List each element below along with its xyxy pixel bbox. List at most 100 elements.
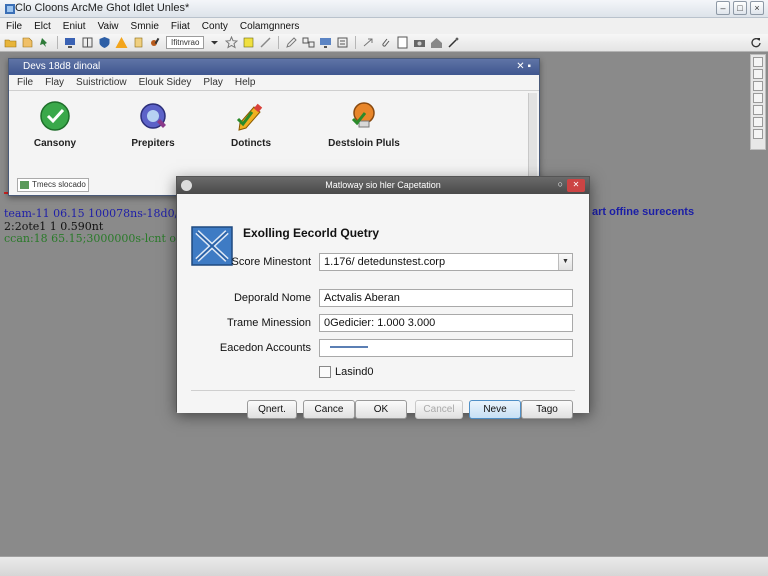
cance-button[interactable]: Cance — [303, 400, 355, 419]
line-tool-icon[interactable] — [259, 36, 272, 49]
pencil-check-icon — [236, 103, 263, 131]
menu-item-6[interactable]: Fiiat — [171, 21, 190, 32]
deporald-name-field[interactable]: Actvalis Aberan — [319, 289, 573, 307]
dialog-divider — [191, 390, 575, 391]
tool-label: Prepiters — [131, 138, 175, 149]
minimize-button[interactable]: – — [716, 1, 730, 15]
field-label-trame: Trame Minession — [227, 317, 311, 329]
shield-icon[interactable] — [98, 36, 111, 49]
dialog-body: Exolling Eecorld Quetry Score Minestont … — [177, 194, 589, 419]
background-window-scrollbar[interactable] — [528, 93, 537, 177]
magic-wand-icon[interactable] — [447, 36, 460, 49]
tool-label: Cansony — [33, 138, 77, 149]
trame-mission-field[interactable]: 0Gedicier: 1.000 3.000 — [319, 314, 573, 332]
chevron-down-icon[interactable] — [208, 36, 221, 49]
background-window-titlebar: Devs 18d8 dinoal ✕ ▪ — [9, 59, 539, 75]
warning-icon[interactable] — [115, 36, 128, 49]
highlight-icon[interactable] — [242, 36, 255, 49]
menu-item-5[interactable]: Smnie — [131, 21, 159, 32]
bg-menu-item[interactable]: Help — [235, 77, 256, 88]
tool-dotincts[interactable]: Dotincts — [211, 99, 291, 149]
neve-button[interactable]: Neve — [469, 400, 521, 419]
menu-item-edit[interactable]: Elct — [34, 21, 51, 32]
qnert-button[interactable]: Qnert. — [247, 400, 297, 419]
bg-menu-item[interactable]: Play — [203, 77, 222, 88]
menu-item-3[interactable]: Eniut — [63, 21, 86, 32]
log-line: team-11 06.15 100078ns-18d0/0l — [4, 207, 189, 220]
app-titlebar: Clo Cloons ArcMe Ghot Idlet Unles* – □ × — [0, 0, 768, 18]
score-value: 1.176/ detedunstest.corp — [324, 256, 446, 268]
side-tool-button[interactable] — [753, 117, 763, 127]
tool-cansony[interactable]: Cansony — [15, 99, 95, 149]
bg-menu-item[interactable]: Flay — [45, 77, 64, 88]
ok-button[interactable]: OK — [355, 400, 407, 419]
background-window-title: Devs 18d8 dinoal — [23, 61, 101, 72]
side-tool-button[interactable] — [753, 57, 763, 67]
side-tool-button[interactable] — [753, 93, 763, 103]
score-combo[interactable]: 1.176/ detedunstest.corp ▼ — [319, 253, 573, 271]
brush-icon[interactable] — [149, 36, 162, 49]
menubar: File Elct Eniut Vaiw Smnie Fiiat Conty C… — [0, 18, 768, 34]
main-toolbar: Ifitnvrao — [0, 34, 768, 52]
eacedon-accounts-slider[interactable] — [319, 339, 573, 357]
tool-prepiters[interactable]: Prepiters — [113, 99, 193, 149]
maximize-button[interactable]: □ — [733, 1, 747, 15]
dialog-close-button[interactable]: ✕ — [567, 179, 585, 192]
toolbar-separator — [355, 36, 357, 49]
star-icon[interactable] — [225, 36, 239, 49]
menu-item-view[interactable]: Vaiw — [98, 21, 119, 32]
right-toolbar — [750, 54, 766, 150]
dialog-titlebar: Matloway sio hler Capetation ○ ✕ — [177, 177, 589, 194]
page-icon[interactable] — [396, 36, 409, 49]
terminal-icon — [20, 181, 29, 189]
house-icon[interactable] — [430, 36, 443, 49]
toolbar-combo[interactable]: Ifitnvrao — [166, 36, 205, 49]
log-line: ccan:18 65.15;3000000s-lcnt of — [4, 232, 181, 245]
new-icon[interactable] — [21, 36, 34, 49]
refresh-icon[interactable] — [749, 36, 762, 49]
background-window-input[interactable]: Tmecs slocado — [17, 178, 89, 192]
tool-destsloin-pluls[interactable]: Destsloin Pluls — [309, 99, 419, 149]
side-tool-button[interactable] — [753, 81, 763, 91]
status-bar — [0, 556, 768, 576]
side-tool-button[interactable] — [753, 69, 763, 79]
side-tool-button[interactable] — [753, 129, 763, 139]
bg-menu-item[interactable]: Elouk Sidey — [139, 77, 192, 88]
tool-label: Dotincts — [231, 138, 271, 149]
menu-item-8[interactable]: Colamgnners — [240, 21, 299, 32]
bg-menu-item[interactable]: Suistrictiow — [76, 77, 127, 88]
cancel-button-disabled[interactable]: Cancel — [415, 400, 463, 419]
menu-item-7[interactable]: Conty — [202, 21, 228, 32]
arrow-icon[interactable] — [362, 36, 375, 49]
side-tool-button[interactable] — [753, 105, 763, 115]
gear-globe-icon — [140, 103, 166, 129]
log-highlight-text: art offine surecents — [592, 206, 695, 218]
pen-icon[interactable] — [285, 36, 298, 49]
camera-icon[interactable] — [413, 36, 426, 49]
paste-icon[interactable] — [132, 36, 145, 49]
slider-track — [330, 346, 368, 348]
bg-menu-item[interactable]: File — [17, 77, 33, 88]
grid-icon[interactable] — [81, 36, 94, 49]
lasind-checkbox[interactable] — [319, 366, 331, 378]
window-title: Clo Cloons ArcMe Ghot Idlet Unles* — [15, 2, 190, 14]
background-window-close-icon[interactable]: ✕ ▪ — [516, 59, 531, 75]
tool-launcher: Cansony Prepiters Dotincts Destsloin Plu… — [9, 91, 539, 149]
toolbar-separator — [278, 36, 280, 49]
toolbar-separator — [57, 36, 58, 49]
dialog-heading: Exolling Eecorld Quetry — [243, 226, 380, 240]
menu-item-file[interactable]: File — [6, 21, 22, 32]
deporald-value: Actvalis Aberan — [324, 292, 400, 304]
monitor-icon[interactable] — [64, 36, 77, 49]
open-folder-icon[interactable] — [4, 36, 17, 49]
layout-icon[interactable] — [302, 36, 315, 49]
attach-icon[interactable] — [379, 36, 392, 49]
pin-icon[interactable] — [38, 36, 51, 49]
field-label-deporald: Deporald Nome — [233, 292, 311, 304]
tago-button[interactable]: Tago — [521, 400, 573, 419]
close-button[interactable]: × — [750, 1, 764, 15]
screen-icon[interactable] — [319, 36, 332, 49]
dialog-minimize-icon[interactable]: ○ — [558, 179, 563, 189]
chevron-down-icon[interactable]: ▼ — [558, 254, 572, 270]
list-icon[interactable] — [336, 36, 349, 49]
